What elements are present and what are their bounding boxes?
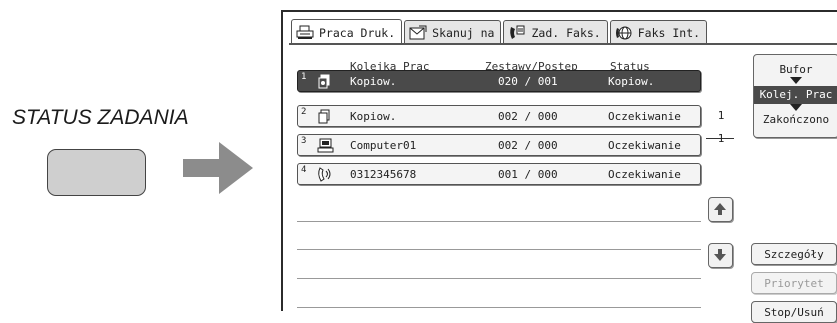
copy-icon [316, 74, 334, 89]
job-name: Kopiow. [350, 110, 397, 123]
spool-button[interactable]: Bufor [754, 63, 837, 76]
tab-label: Zad. Faks. [531, 25, 601, 40]
internet-fax-icon [615, 25, 633, 41]
tab-bar: Praca Druk. Skanuj na Zad. Faks. Faks In… [291, 19, 709, 45]
tab-fax-job[interactable]: Zad. Faks. [503, 20, 608, 44]
job-progress: 002 / 000 [498, 110, 558, 123]
job-number: 3 [301, 136, 307, 146]
job-progress: 001 / 000 [498, 168, 558, 181]
copy-icon [316, 109, 334, 124]
job-progress: 020 / 001 [498, 75, 558, 88]
job-status: Oczekiwanie [608, 168, 681, 181]
job-status: Kopiow. [608, 75, 655, 88]
page-total: 1 [717, 132, 725, 145]
job-number: 1 [301, 72, 307, 82]
complete-button[interactable]: Zakończono [754, 113, 837, 126]
empty-row-line [297, 307, 701, 308]
scroll-up-button[interactable] [708, 197, 733, 222]
job-status: Oczekiwanie [608, 110, 681, 123]
stop-delete-button[interactable]: Stop/Usuń [751, 301, 837, 323]
status-zadania-label: STATUS ZADANIA [12, 106, 189, 129]
tab-label: Faks Int. [637, 25, 701, 40]
arrow-down-icon [714, 249, 726, 261]
job-name: 0312345678 [350, 168, 417, 181]
job-row[interactable]: 1 Kopiow. 020 / 001 Kopiow. [297, 70, 701, 92]
tab-divider [289, 43, 837, 45]
job-number: 4 [301, 165, 307, 175]
scroll-down-button[interactable] [708, 243, 733, 268]
empty-row-line [297, 249, 701, 250]
job-status-panel: Praca Druk. Skanuj na Zad. Faks. Faks In… [281, 10, 837, 323]
job-name: Kopiow. [350, 75, 397, 88]
printer-icon [296, 25, 314, 41]
scanner-icon [409, 25, 427, 41]
arrow-down-icon [790, 77, 802, 84]
job-number: 2 [301, 107, 307, 117]
arrow-up-icon [714, 203, 726, 215]
tab-internet-fax[interactable]: Faks Int. [609, 20, 708, 44]
job-queue-button[interactable]: Kolej. Prac [754, 86, 837, 104]
empty-row-line [297, 221, 701, 222]
job-row[interactable]: 4 0312345678 001 / 000 Oczekiwanie [297, 163, 701, 185]
priority-button[interactable]: Priorytet [751, 272, 837, 294]
job-name: Computer01 [350, 139, 417, 152]
fax-icon [508, 25, 526, 41]
job-status: Oczekiwanie [608, 139, 681, 152]
details-button[interactable]: Szczegóły [751, 243, 837, 265]
page-current: 1 [717, 109, 725, 122]
tab-label: Praca Druk. [319, 25, 396, 40]
empty-row-line [297, 278, 701, 279]
tab-label: Skanuj na [432, 25, 495, 40]
job-status-key[interactable] [47, 149, 146, 196]
phone-icon [316, 167, 334, 182]
tab-scan-to[interactable]: Skanuj na [404, 20, 502, 44]
job-row[interactable]: 2 Kopiow. 002 / 000 Oczekiwanie [297, 105, 701, 127]
queue-selector: Bufor Kolej. Prac Zakończono [753, 54, 837, 138]
job-row[interactable]: 3 Computer01 002 / 000 Oczekiwanie [297, 134, 701, 156]
arrow-right-icon [183, 142, 253, 194]
arrow-down-icon [790, 104, 802, 111]
computer-icon [316, 138, 334, 153]
job-progress: 002 / 000 [498, 139, 558, 152]
tab-print-job[interactable]: Praca Druk. [291, 19, 403, 45]
